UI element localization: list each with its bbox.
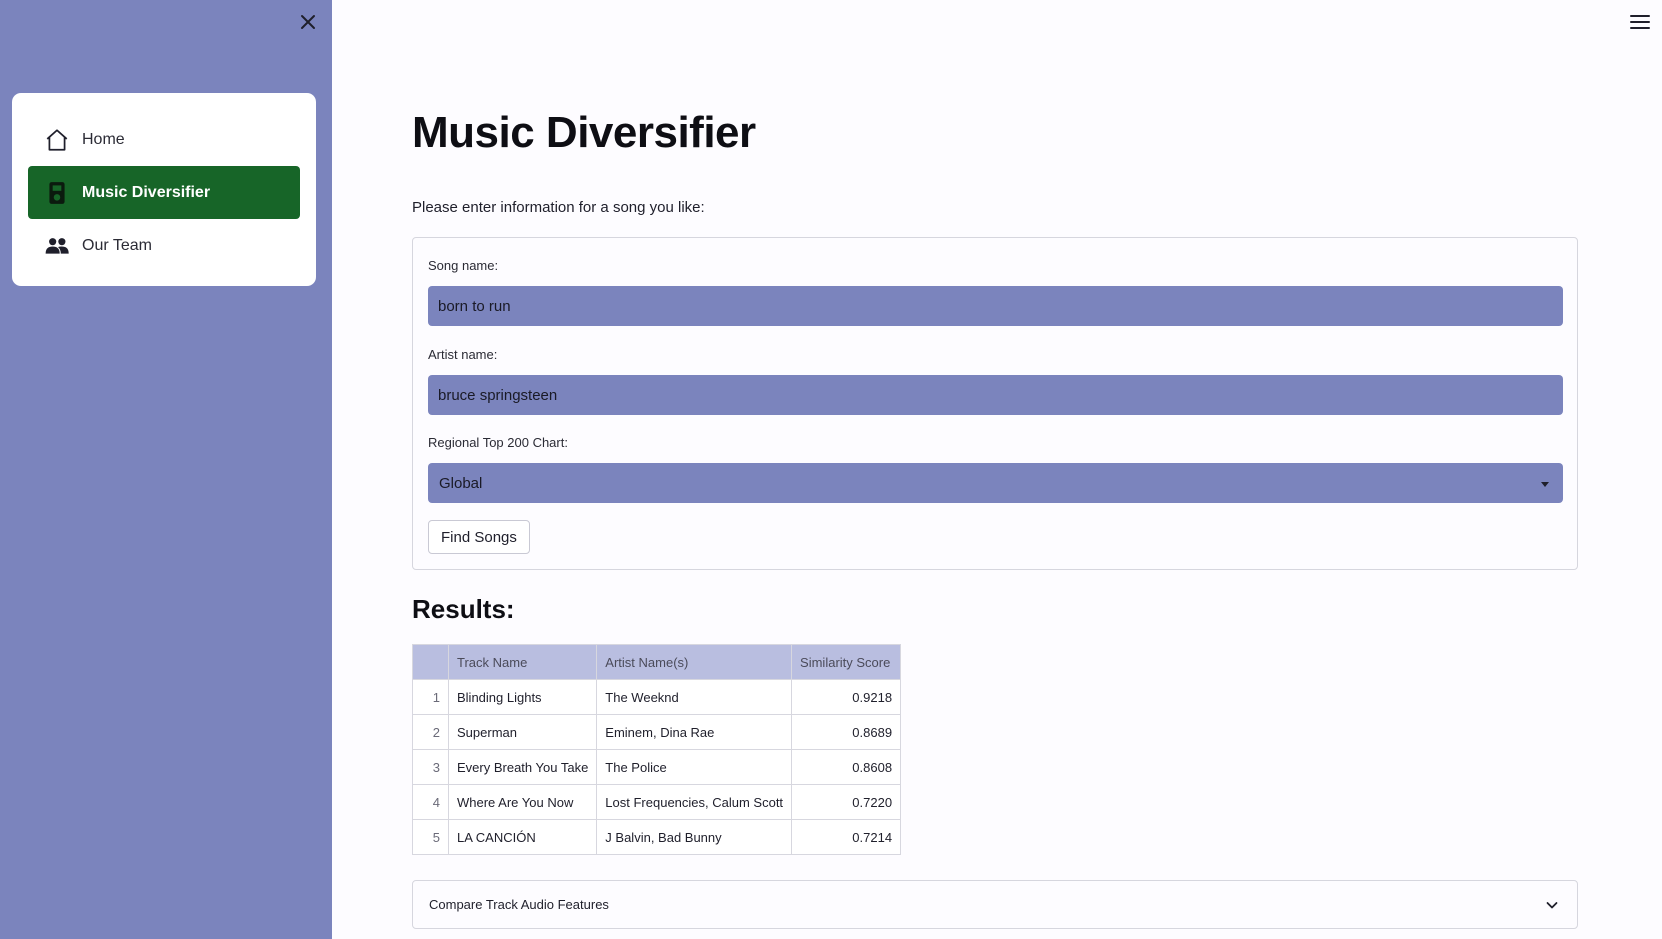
music-player-icon [44, 180, 70, 206]
chart-label: Regional Top 200 Chart: [428, 435, 568, 450]
table-row: 3 Every Breath You Take The Police 0.860… [412, 749, 902, 785]
artist-name-cell: The Police [596, 749, 793, 785]
chart-select-value: Global [439, 474, 483, 492]
song-name-input[interactable] [428, 286, 1563, 326]
track-name-cell: Blinding Lights [447, 679, 598, 715]
artist-name-label: Artist name: [428, 347, 498, 362]
table-row: 5 LA CANCIÓN J Balvin, Bad Bunny 0.7214 [412, 819, 902, 855]
page-title: Music Diversifier [412, 108, 756, 157]
column-header-track[interactable]: Track Name [447, 644, 598, 680]
column-header-artist[interactable]: Artist Name(s) [596, 644, 793, 680]
track-name-cell: Every Breath You Take [447, 749, 598, 785]
people-icon [44, 233, 70, 259]
artist-name-cell: The Weeknd [596, 679, 793, 715]
table-header-row: Track Name Artist Name(s) Similarity Sco… [412, 644, 902, 680]
row-index: 4 [412, 784, 449, 820]
intro-text: Please enter information for a song you … [412, 199, 705, 216]
table-row: 4 Where Are You Now Lost Frequencies, Ca… [412, 784, 902, 820]
sidebar-item-label: Our Team [82, 236, 152, 254]
row-index: 2 [412, 714, 449, 750]
artist-name-cell: J Balvin, Bad Bunny [596, 819, 793, 855]
column-header-index[interactable] [412, 644, 449, 680]
sidebar-item-our-team[interactable]: Our Team [28, 219, 300, 272]
hamburger-menu-icon[interactable] [1628, 12, 1652, 32]
similarity-score-cell: 0.7220 [791, 784, 902, 820]
expander-label: Compare Track Audio Features [429, 897, 609, 912]
song-form: Song name: Artist name: Regional Top 200… [412, 237, 1578, 570]
track-name-cell: Superman [447, 714, 598, 750]
sidebar-item-label: Music Diversifier [82, 183, 211, 201]
sidebar-item-home[interactable]: Home [28, 113, 300, 166]
table-row: 2 Superman Eminem, Dina Rae 0.8689 [412, 714, 902, 750]
track-name-cell: Where Are You Now [447, 784, 598, 820]
row-index: 5 [412, 819, 449, 855]
home-icon [44, 127, 70, 153]
similarity-score-cell: 0.8608 [791, 749, 902, 785]
artist-name-cell: Eminem, Dina Rae [596, 714, 793, 750]
close-icon[interactable] [296, 10, 320, 34]
artist-name-cell: Lost Frequencies, Calum Scott [596, 784, 793, 820]
similarity-score-cell: 0.8689 [791, 714, 902, 750]
caret-down-icon [1539, 477, 1551, 489]
chart-select[interactable]: Global [428, 463, 1563, 503]
artist-name-input[interactable] [428, 375, 1563, 415]
similarity-score-cell: 0.9218 [791, 679, 902, 715]
column-header-score[interactable]: Similarity Score [791, 644, 902, 680]
similarity-score-cell: 0.7214 [791, 819, 902, 855]
results-heading: Results: [412, 594, 515, 624]
app-root: Home Music Diversifier Our Team Music Di… [0, 0, 1662, 939]
track-name-cell: LA CANCIÓN [447, 819, 598, 855]
row-index: 1 [412, 679, 449, 715]
song-name-label: Song name: [428, 258, 499, 273]
chevron-down-icon [1545, 898, 1559, 912]
nav-menu: Home Music Diversifier Our Team [12, 93, 316, 286]
table-row: 1 Blinding Lights The Weeknd 0.9218 [412, 679, 902, 715]
sidebar-item-music-diversifier[interactable]: Music Diversifier [28, 166, 300, 219]
find-songs-button[interactable]: Find Songs [428, 520, 530, 554]
audio-features-expander[interactable]: Compare Track Audio Features [412, 880, 1578, 929]
sidebar: Home Music Diversifier Our Team [0, 0, 332, 939]
sidebar-item-label: Home [82, 130, 125, 148]
row-index: 3 [412, 749, 449, 785]
results-table: Track Name Artist Name(s) Similarity Sco… [412, 644, 902, 855]
